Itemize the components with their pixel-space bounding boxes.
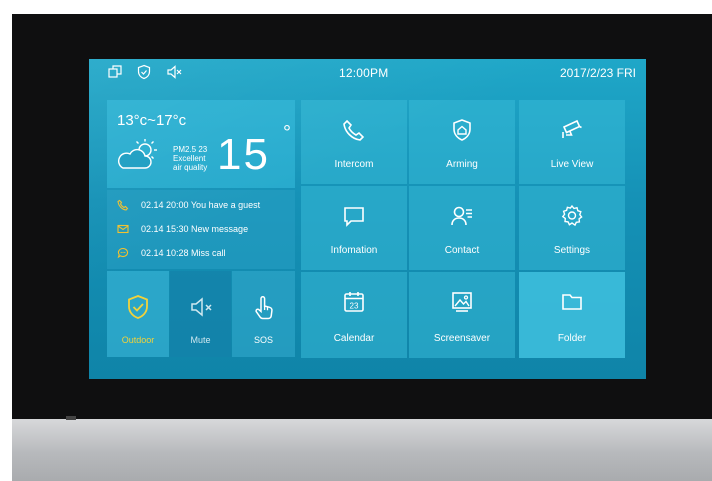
temperature-range: 13°c~17°c: [117, 112, 187, 129]
calendar-label: Calendar: [333, 333, 375, 344]
degree-symbol: °: [283, 122, 291, 144]
calendar-day: 23: [350, 302, 359, 311]
mute-label: Mute: [190, 335, 211, 345]
calendar-tile[interactable]: 23 Calendar: [301, 272, 407, 358]
message-bubble-icon: [344, 207, 364, 227]
chat-icon: [117, 247, 129, 259]
list-item[interactable]: 02.14 10:28 Miss call: [117, 245, 226, 261]
arming-label: Arming: [446, 159, 478, 170]
shield-home-icon: [453, 119, 471, 141]
speaker-mute-icon: [190, 297, 212, 317]
home-screen: 12:00PM 2017/2/23 FRI 13°c~17°c PM2.5 23…: [89, 59, 646, 379]
outdoor-label: Outdoor: [121, 335, 155, 345]
phone-icon: [343, 119, 365, 141]
folder-label: Folder: [557, 333, 587, 344]
weather-widget[interactable]: 13°c~17°c PM2.5 23 Excellent air quality…: [107, 100, 295, 188]
envelope-icon: [117, 224, 129, 234]
folder-icon: [562, 294, 582, 310]
contact-icon: [451, 206, 472, 226]
information-tile[interactable]: Infomation: [301, 186, 407, 270]
shield-check-icon: [128, 295, 148, 319]
screensaver-label: Screensaver: [433, 333, 491, 344]
notification-text: 02.14 10:28 Miss call: [141, 248, 226, 258]
settings-tile[interactable]: Settings: [519, 186, 625, 270]
settings-label: Settings: [553, 245, 591, 256]
hand-pointer-icon: [254, 295, 273, 320]
live-view-tile[interactable]: Live View: [519, 100, 625, 184]
list-item[interactable]: 02.14 15:30 New message: [117, 221, 248, 237]
intercom-label: Intercom: [334, 159, 374, 170]
gear-icon: [561, 204, 583, 227]
speaker-mute-icon[interactable]: [166, 64, 182, 80]
notification-text: 02.14 20:00 You have a guest: [141, 200, 261, 210]
windows-icon[interactable]: [107, 64, 123, 80]
security-camera-icon: [562, 119, 582, 138]
shield-icon[interactable]: [136, 64, 152, 80]
information-label: Infomation: [330, 245, 378, 256]
current-temperature: 15: [217, 130, 270, 179]
partly-cloudy-icon: [117, 139, 157, 169]
air-quality-info: PM2.5 23 Excellent air quality: [173, 145, 207, 172]
phone-icon: [117, 199, 129, 211]
notification-list: 02.14 20:00 You have a guest 02.14 15:30…: [107, 190, 295, 269]
arming-tile[interactable]: Arming: [409, 100, 515, 184]
device-lower-panel: [12, 419, 712, 481]
list-item[interactable]: 02.14 20:00 You have a guest: [117, 197, 260, 213]
status-bar: 12:00PM 2017/2/23 FRI: [89, 59, 646, 87]
sos-button[interactable]: SOS: [232, 271, 295, 357]
folder-tile[interactable]: Folder: [519, 272, 625, 358]
indicator-led: [66, 416, 76, 420]
calendar-icon: 23: [344, 292, 364, 312]
air-quality-line2: air quality: [173, 163, 208, 172]
sos-label: SOS: [253, 335, 273, 345]
outdoor-button[interactable]: Outdoor: [107, 271, 169, 357]
contact-tile[interactable]: Contact: [409, 186, 515, 270]
pm25-value: PM2.5 23: [173, 145, 208, 154]
live-view-label: Live View: [550, 159, 594, 170]
picture-icon: [452, 292, 472, 312]
intercom-tile[interactable]: Intercom: [301, 100, 407, 184]
contact-label: Contact: [444, 245, 480, 256]
air-quality-line1: Excellent: [173, 154, 206, 163]
notification-text: 02.14 15:30 New message: [141, 224, 249, 234]
mute-button[interactable]: Mute: [170, 271, 231, 357]
screensaver-tile[interactable]: Screensaver: [409, 272, 515, 358]
status-time: 12:00PM: [339, 66, 389, 80]
status-date: 2017/2/23 FRI: [559, 66, 636, 80]
